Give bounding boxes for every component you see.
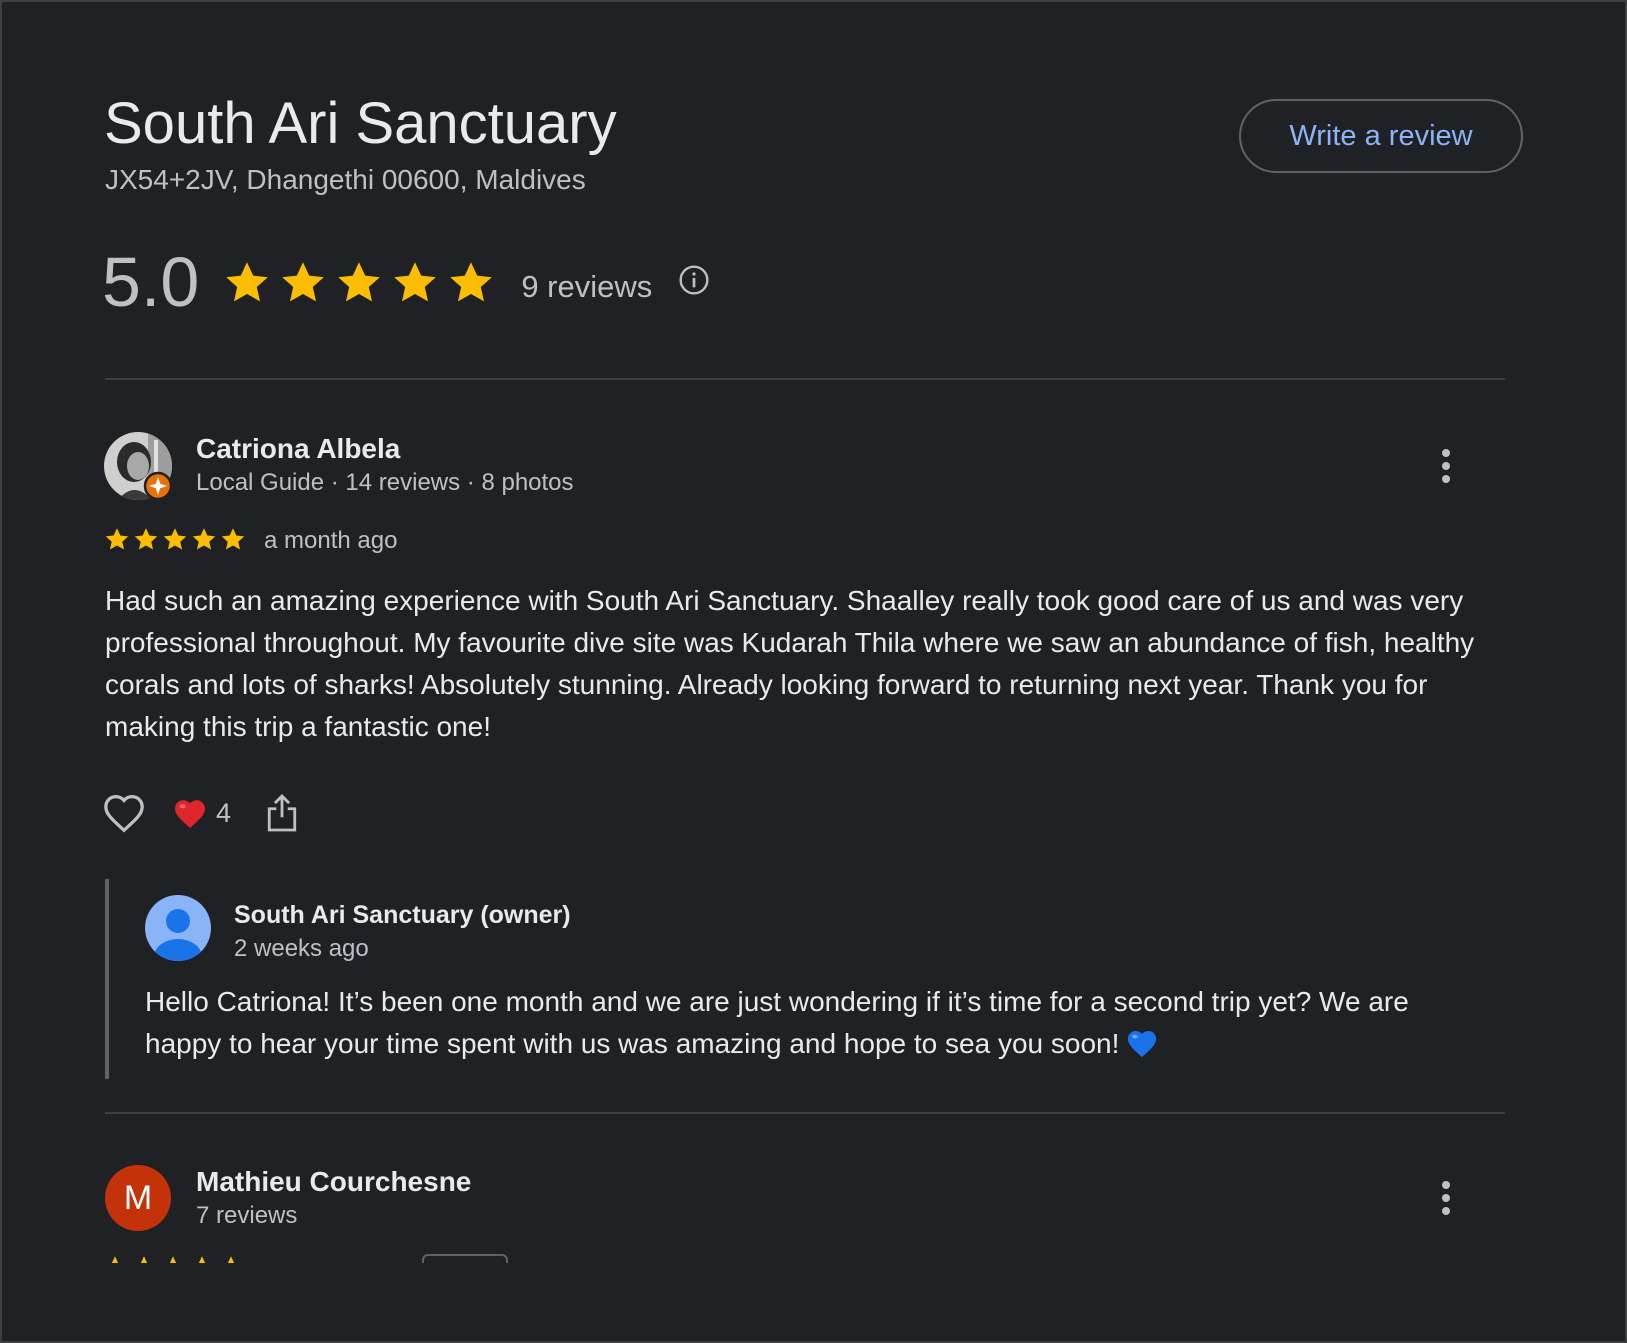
avatar[interactable]: M xyxy=(105,1165,171,1231)
star-icon xyxy=(133,526,159,552)
reaction-count: 4 xyxy=(216,797,232,828)
owner-response-time: 2 weeks ago xyxy=(234,935,369,962)
place-title: South Ari Sanctuary xyxy=(104,91,617,156)
review-actions: 4 xyxy=(102,788,299,838)
info-icon[interactable] xyxy=(678,265,710,296)
reviewer-meta[interactable]: Local Guide · 14 reviews · 8 photos xyxy=(196,469,574,497)
share-icon[interactable] xyxy=(265,793,299,833)
star-icon xyxy=(335,258,383,306)
review-star-rating xyxy=(102,1254,542,1263)
owner-avatar xyxy=(145,895,211,961)
star-icon xyxy=(102,1254,128,1263)
divider xyxy=(105,378,1505,380)
reviewer-name[interactable]: Mathieu Courchesne xyxy=(196,1166,471,1198)
total-review-count[interactable]: 9 reviews xyxy=(521,269,652,305)
star-icon xyxy=(104,526,130,552)
owner-response: South Ari Sanctuary (owner) 2 weeks ago … xyxy=(105,879,1509,1079)
summary-star-rating xyxy=(223,258,495,306)
review-stars-partial xyxy=(102,1254,244,1263)
blue-heart-icon xyxy=(1125,1027,1159,1071)
star-icon xyxy=(279,258,327,306)
star-icon xyxy=(218,1254,244,1263)
star-icon xyxy=(189,1254,215,1263)
review-chip xyxy=(422,1254,508,1263)
heart-outline-icon[interactable] xyxy=(102,793,146,833)
owner-response-body: Hello Catriona! It’s been one month and … xyxy=(145,986,1409,1059)
rating-summary: 5.0 9 reviews xyxy=(102,242,710,322)
owner-name: South Ari Sanctuary (owner) xyxy=(234,901,571,929)
owner-response-text: Hello Catriona! It’s been one month and … xyxy=(145,981,1485,1071)
red-heart-icon[interactable] xyxy=(172,796,208,830)
divider xyxy=(105,1112,1505,1114)
more-options-icon[interactable] xyxy=(1426,441,1466,491)
review-star-rating xyxy=(104,526,246,552)
star-icon xyxy=(160,1254,186,1263)
reviews-panel: South Ari Sanctuary JX54+2JV, Dhangethi … xyxy=(0,0,1627,1343)
average-rating: 5.0 xyxy=(102,243,200,321)
star-icon xyxy=(447,258,495,306)
review-time: a month ago xyxy=(264,527,398,554)
reviewer-meta[interactable]: 7 reviews xyxy=(196,1202,297,1230)
review-text: Had such an amazing experience with Sout… xyxy=(105,585,1475,742)
more-options-icon[interactable] xyxy=(1426,1173,1466,1223)
star-icon xyxy=(162,526,188,552)
star-icon xyxy=(223,258,271,306)
reviewer-name[interactable]: Catriona Albela xyxy=(196,433,400,465)
write-review-button[interactable]: Write a review xyxy=(1239,99,1523,173)
star-icon xyxy=(191,526,217,552)
avatar[interactable] xyxy=(104,432,173,501)
place-address: JX54+2JV, Dhangethi 00600, Maldives xyxy=(105,164,586,195)
star-icon xyxy=(220,526,246,552)
star-icon xyxy=(391,258,439,306)
star-icon xyxy=(131,1254,157,1263)
